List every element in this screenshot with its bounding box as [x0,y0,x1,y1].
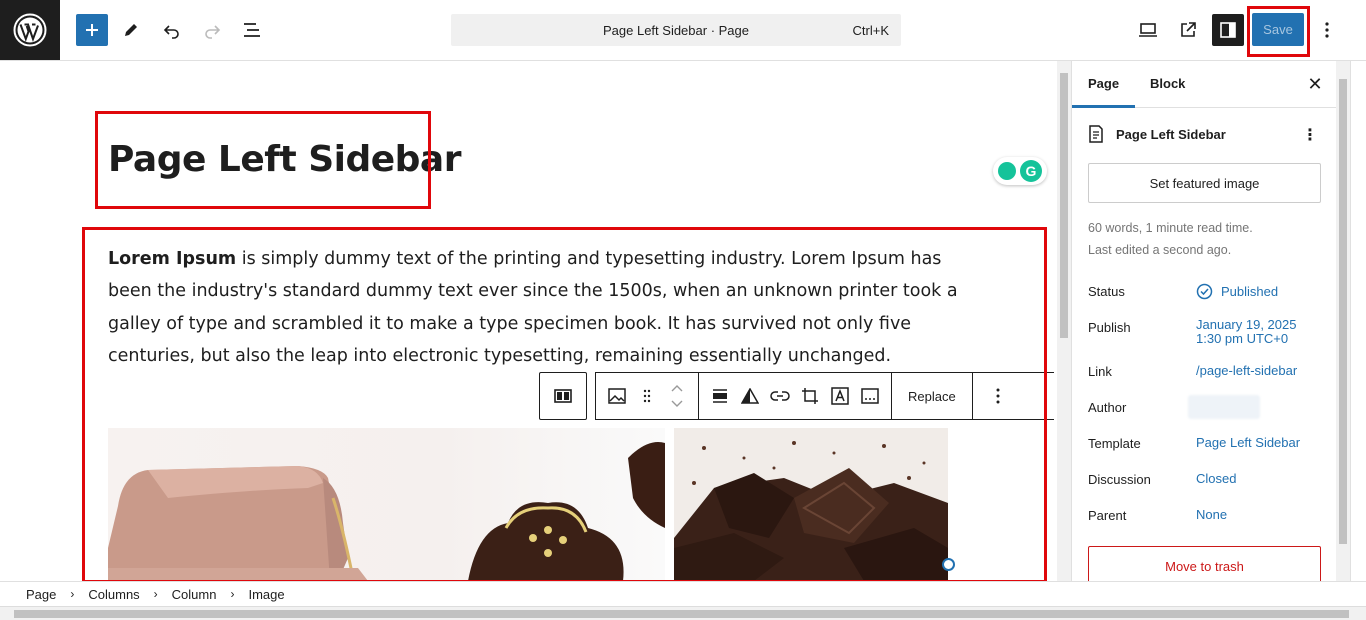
status-value[interactable]: Published [1196,283,1278,300]
doc-title: Page Left Sidebar [1116,126,1226,142]
save-button[interactable]: Save [1252,13,1304,46]
page-title[interactable]: Page Left Sidebar [108,139,461,180]
breadcrumb-item-image[interactable]: Image [248,587,292,602]
status-label: Status [1088,284,1125,299]
parent-label: Parent [1088,508,1127,523]
doc-actions-kebab-icon[interactable]: ⋮ [1302,125,1318,145]
select-parent-button[interactable] [539,372,587,420]
drag-handle-icon[interactable] [632,381,662,411]
plus-icon [86,24,98,36]
move-up-down-icon[interactable] [662,381,692,411]
paragraph-bold-lead: Lorem Ipsum [108,249,237,269]
chevron-right-icon: › [230,587,235,601]
tab-page[interactable]: Page [1072,76,1136,108]
publish-label: Publish [1088,320,1131,335]
block-breadcrumb: Page › Columns › Column › Image [0,581,1366,606]
columns-icon [554,389,572,403]
block-toolbar: Replace [595,372,1054,420]
sidebar-panel-icon [1220,22,1236,38]
paragraph-text: is simply dummy text of the printing and… [108,249,958,366]
link-icon[interactable] [765,381,795,411]
text-overlay-icon[interactable] [825,381,855,411]
editor-header: Page Left Sidebar · Page Ctrl+K Save [0,0,1366,61]
redo-icon [205,25,221,39]
grammarly-icon: G [1020,160,1042,182]
document-overview-button[interactable] [236,14,268,46]
block-mover-group [596,373,699,419]
set-featured-image-button[interactable]: Set featured image [1088,163,1321,203]
image-resize-handle[interactable] [942,558,955,571]
block-options-kebab-icon[interactable] [983,381,1013,411]
publish-time: 1:30 pm UTC+0 [1196,331,1289,346]
chocolate-image-right[interactable] [674,428,948,581]
block-options-group [973,373,1023,419]
chevron-right-icon: › [153,587,158,601]
chevron-right-icon: › [70,587,75,601]
preview-button[interactable] [1132,14,1164,46]
laptop-icon [1139,23,1157,37]
caption-icon[interactable] [855,381,885,411]
settings-toggle-button[interactable] [1212,14,1244,46]
move-to-trash-button[interactable]: Move to trash [1088,546,1321,581]
image-tools-group [699,373,892,419]
document-summary: Page Left Sidebar [1088,125,1226,143]
breadcrumb-item-columns[interactable]: Columns [88,587,147,602]
image-block-icon[interactable] [602,381,632,411]
publish-date-button[interactable]: January 19, 2025 1:30 pm UTC+0 [1196,318,1296,346]
sidebar-scrollbar[interactable] [1336,61,1350,581]
tab-block[interactable]: Block [1150,76,1185,91]
shortcut-hint: Ctrl+K [852,23,889,38]
status-text: Published [1221,283,1279,299]
horizontal-scrollbar[interactable] [0,606,1366,620]
discussion-value[interactable]: Closed [1196,472,1236,486]
template-value[interactable]: Page Left Sidebar [1196,436,1300,450]
command-palette-bar[interactable]: Page Left Sidebar · Page Ctrl+K [451,14,901,46]
external-link-icon [1181,22,1196,37]
link-value[interactable]: /page-left-sidebar [1196,364,1297,378]
parent-value[interactable]: None [1196,508,1227,522]
list-view-icon [244,23,260,37]
author-value-redacted[interactable] [1188,395,1260,419]
editor-canvas[interactable]: Page Left Sidebar G Lorem Ipsum is simpl… [0,61,1057,581]
breadcrumb-item-column[interactable]: Column [172,587,225,602]
document-title-label: Page Left Sidebar · Page [603,23,749,38]
settings-sidebar: Page Block ✕ Page Left Sidebar ⋮ Set fea… [1071,61,1336,581]
author-label: Author [1088,400,1127,415]
chocolate-image-left[interactable] [108,428,665,581]
options-menu-button[interactable] [1312,14,1342,46]
grammarly-widget[interactable]: G [993,157,1047,185]
redo-button[interactable] [196,14,228,46]
crop-icon[interactable] [795,381,825,411]
duotone-filter-icon[interactable] [735,381,765,411]
word-count: 60 words, 1 minute read time. [1088,221,1253,235]
canvas-scrollbar[interactable] [1057,61,1071,581]
page-icon [1089,125,1103,143]
undo-button[interactable] [156,14,188,46]
link-label: Link [1088,364,1112,379]
sidebar-tabs: Page Block ✕ [1072,61,1336,108]
replace-button[interactable]: Replace [898,389,966,404]
lightbulb-icon [998,162,1016,180]
close-icon[interactable]: ✕ [1305,74,1325,94]
undo-icon [163,25,179,39]
discussion-label: Discussion [1088,472,1151,487]
view-page-button[interactable] [1172,14,1204,46]
pencil-icon [125,24,137,36]
last-edited: Last edited a second ago. [1088,243,1232,257]
align-icon[interactable] [705,381,735,411]
template-label: Template [1088,436,1141,451]
published-check-icon [1196,283,1213,300]
paragraph-block[interactable]: Lorem Ipsum is simply dummy text of the … [108,243,958,372]
breadcrumb-item-page[interactable]: Page [26,587,64,602]
window-scrollbar[interactable] [1350,61,1366,606]
wordpress-logo-icon[interactable] [0,0,60,60]
replace-group: Replace [892,373,973,419]
add-block-button[interactable] [76,14,108,46]
tools-pencil-button[interactable] [115,14,147,46]
publish-date: January 19, 2025 [1196,317,1297,332]
kebab-menu-icon [1325,22,1329,38]
